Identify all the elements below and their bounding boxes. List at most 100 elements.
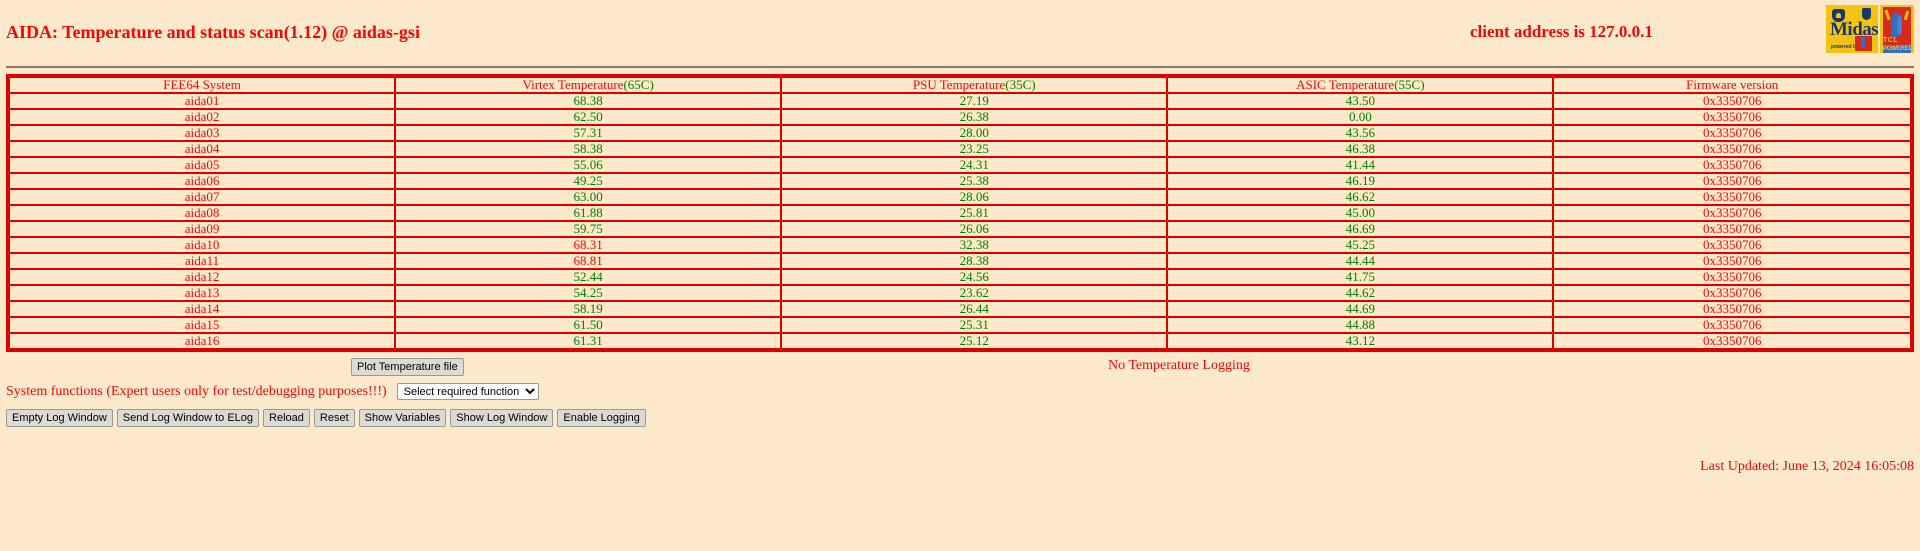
cell-firmware: 0x3350706 bbox=[1553, 333, 1911, 349]
system-function-select[interactable]: Select required function bbox=[396, 383, 539, 400]
cell-value: aida12 bbox=[184, 269, 220, 284]
cell-value: 0x3350706 bbox=[1702, 301, 1762, 316]
send-log-window-to-elog-button[interactable]: Send Log Window to ELog bbox=[116, 409, 260, 427]
cell-value: aida10 bbox=[184, 237, 220, 252]
cell-value: 46.19 bbox=[1345, 173, 1375, 188]
cell-psu: 32.38 bbox=[781, 237, 1168, 253]
cell-value: 63.00 bbox=[573, 189, 603, 204]
cell-value: aida08 bbox=[184, 205, 220, 220]
cell-system: aida15 bbox=[9, 317, 396, 333]
cell-value: 23.62 bbox=[959, 285, 989, 300]
cell-asic: 44.88 bbox=[1167, 317, 1554, 333]
reload-button[interactable]: Reload bbox=[263, 409, 310, 427]
tcl-logo-text: TCL bbox=[1883, 37, 1899, 44]
cell-system: aida11 bbox=[9, 253, 396, 269]
cell-firmware: 0x3350706 bbox=[1553, 301, 1911, 317]
cell-value: 68.81 bbox=[573, 253, 603, 268]
logo-group: Midas powered by TCL POWERED bbox=[1826, 5, 1914, 53]
cell-firmware: 0x3350706 bbox=[1553, 221, 1911, 237]
page-title: AIDA: Temperature and status scan(1.12) … bbox=[6, 22, 420, 42]
temperature-table: FEE64 System Virtex Temperature(65C) PSU… bbox=[6, 74, 1914, 352]
header-label: Firmware version bbox=[1686, 77, 1779, 92]
cell-firmware: 0x3350706 bbox=[1553, 93, 1911, 109]
cell-value: 57.31 bbox=[573, 125, 603, 140]
cell-value: 28.38 bbox=[959, 253, 989, 268]
cell-value: 28.00 bbox=[959, 125, 989, 140]
cell-value: aida01 bbox=[184, 93, 220, 108]
action-button-row: Empty Log Window Send Log Window to ELog… bbox=[6, 409, 646, 427]
cell-value: 58.38 bbox=[573, 141, 603, 156]
cell-value: 0x3350706 bbox=[1702, 317, 1762, 332]
table-row: aida08 61.88 25.81 45.00 0x3350706 bbox=[9, 205, 1911, 221]
cell-firmware: 0x3350706 bbox=[1553, 141, 1911, 157]
cell-psu: 28.00 bbox=[781, 125, 1168, 141]
cell-value: aida04 bbox=[184, 141, 220, 156]
cell-virtex: 68.38 bbox=[395, 93, 782, 109]
show-log-window-button[interactable]: Show Log Window bbox=[450, 409, 554, 427]
cell-value: 45.25 bbox=[1345, 237, 1375, 252]
midas-logo-badge-icon bbox=[1855, 36, 1872, 51]
column-header-psu-temperature: PSU Temperature(35C) bbox=[781, 77, 1168, 93]
cell-value: 43.56 bbox=[1345, 125, 1375, 140]
cell-psu: 24.56 bbox=[781, 269, 1168, 285]
client-address-label: client address is 127.0.0.1 bbox=[1470, 22, 1653, 41]
cell-virtex: 61.31 bbox=[395, 333, 782, 349]
enable-logging-button[interactable]: Enable Logging bbox=[557, 409, 646, 427]
cell-value: 26.44 bbox=[959, 301, 989, 316]
cell-value: 44.44 bbox=[1345, 253, 1375, 268]
column-header-fee64-system: FEE64 System bbox=[9, 77, 396, 93]
cell-value: aida03 bbox=[184, 125, 220, 140]
cell-virtex: 57.31 bbox=[395, 125, 782, 141]
cell-system: aida13 bbox=[9, 285, 396, 301]
cell-virtex: 68.31 bbox=[395, 237, 782, 253]
cell-asic: 46.69 bbox=[1167, 221, 1554, 237]
cell-psu: 26.06 bbox=[781, 221, 1168, 237]
cell-firmware: 0x3350706 bbox=[1553, 285, 1911, 301]
cell-value: aida06 bbox=[184, 173, 220, 188]
cell-firmware: 0x3350706 bbox=[1553, 157, 1911, 173]
table-row: aida04 58.38 23.25 46.38 0x3350706 bbox=[9, 141, 1911, 157]
cell-virtex: 68.81 bbox=[395, 253, 782, 269]
system-functions-row: System functions (Expert users only for … bbox=[6, 383, 539, 400]
empty-log-window-button[interactable]: Empty Log Window bbox=[6, 409, 113, 427]
cell-value: 62.50 bbox=[573, 109, 603, 124]
cell-psu: 26.38 bbox=[781, 109, 1168, 125]
cell-virtex: 54.25 bbox=[395, 285, 782, 301]
cell-system: aida02 bbox=[9, 109, 396, 125]
table-row: aida05 55.06 24.31 41.44 0x3350706 bbox=[9, 157, 1911, 173]
cell-virtex: 58.38 bbox=[395, 141, 782, 157]
table-row: aida12 52.44 24.56 41.75 0x3350706 bbox=[9, 269, 1911, 285]
cell-value: 41.44 bbox=[1345, 157, 1375, 172]
cell-value: 0x3350706 bbox=[1702, 253, 1762, 268]
cell-value: aida16 bbox=[184, 333, 220, 348]
reset-button[interactable]: Reset bbox=[313, 409, 355, 427]
cell-asic: 45.25 bbox=[1167, 237, 1554, 253]
cell-value: 58.19 bbox=[573, 301, 603, 316]
table-header-row: FEE64 System Virtex Temperature(65C) PSU… bbox=[9, 77, 1911, 93]
cell-value: 0x3350706 bbox=[1702, 285, 1762, 300]
cell-asic: 0.00 bbox=[1167, 109, 1554, 125]
cell-value: 46.38 bbox=[1345, 141, 1375, 156]
cell-virtex: 61.50 bbox=[395, 317, 782, 333]
cell-value: aida14 bbox=[184, 301, 220, 316]
cell-system: aida03 bbox=[9, 125, 396, 141]
plot-temperature-file-button[interactable]: Plot Temperature file bbox=[351, 358, 464, 376]
cell-value: 68.38 bbox=[573, 93, 603, 108]
cell-asic: 45.00 bbox=[1167, 205, 1554, 221]
controls-section: Plot Temperature file No Temperature Log… bbox=[0, 358, 1920, 478]
temperature-table-container: FEE64 System Virtex Temperature(65C) PSU… bbox=[6, 74, 1914, 352]
cell-value: 49.25 bbox=[573, 173, 603, 188]
cell-psu: 23.62 bbox=[781, 285, 1168, 301]
last-updated-label: Last Updated: June 13, 2024 16:05:08 bbox=[1700, 459, 1914, 474]
table-row: aida15 61.50 25.31 44.88 0x3350706 bbox=[9, 317, 1911, 333]
cell-system: aida01 bbox=[9, 93, 396, 109]
cell-value: 41.75 bbox=[1345, 269, 1375, 284]
cell-value: 55.06 bbox=[573, 157, 603, 172]
temperature-table-body: FEE64 System Virtex Temperature(65C) PSU… bbox=[9, 77, 1911, 349]
cell-value: 0x3350706 bbox=[1702, 333, 1762, 348]
cell-system: aida08 bbox=[9, 205, 396, 221]
cell-value: aida15 bbox=[184, 317, 220, 332]
table-row: aida01 68.38 27.19 43.50 0x3350706 bbox=[9, 93, 1911, 109]
cell-firmware: 0x3350706 bbox=[1553, 269, 1911, 285]
show-variables-button[interactable]: Show Variables bbox=[358, 409, 447, 427]
